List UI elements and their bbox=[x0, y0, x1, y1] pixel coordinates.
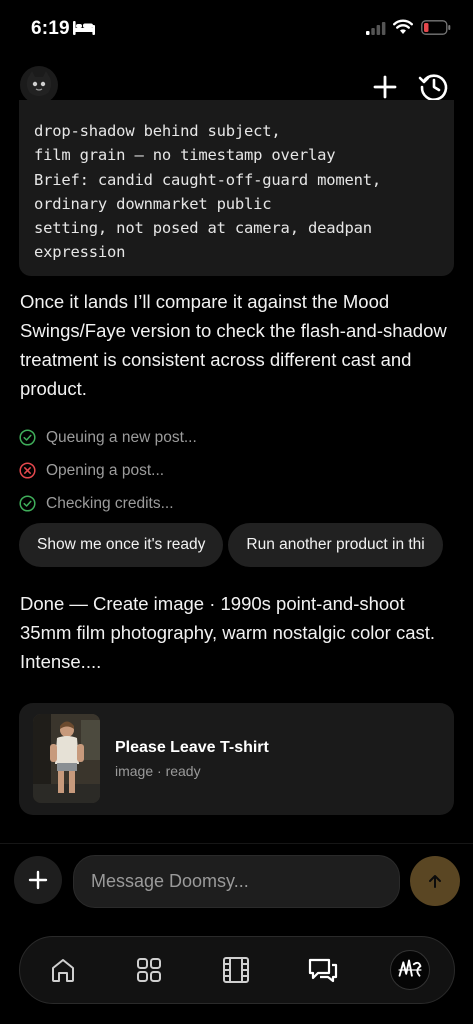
code-line: ordinary downmarket public bbox=[34, 194, 272, 213]
composer-divider bbox=[0, 843, 473, 844]
check-circle-icon bbox=[19, 495, 36, 512]
code-line: film grain — no timestamp overlay bbox=[34, 146, 336, 165]
send-button[interactable] bbox=[410, 856, 460, 906]
grid-icon bbox=[137, 958, 161, 982]
result-subtitle: image · ready bbox=[115, 763, 201, 779]
status-time: 6:19 bbox=[31, 18, 70, 39]
result-title: Please Leave T-shirt bbox=[115, 739, 269, 756]
plus-icon bbox=[373, 75, 397, 99]
photo-thumbnail-image bbox=[33, 714, 100, 803]
status-item: Opening a post... bbox=[19, 454, 319, 487]
code-line: expression bbox=[34, 243, 126, 262]
attach-button[interactable] bbox=[14, 856, 62, 904]
assistant-message: Done — Create image · 1990s point-and-sh… bbox=[20, 593, 436, 672]
signal-icon bbox=[366, 22, 386, 35]
tab-profile[interactable] bbox=[390, 950, 430, 990]
wifi-icon bbox=[393, 19, 413, 34]
tab-chat[interactable] bbox=[306, 953, 340, 987]
suggestion-chip[interactable]: Run another product in thi bbox=[228, 523, 443, 567]
cat-avatar-icon bbox=[26, 71, 52, 96]
profile-avatar bbox=[398, 959, 422, 977]
assistant-message: Once it lands I’ll compare it against th… bbox=[20, 291, 447, 399]
status-label: Opening a post... bbox=[46, 461, 165, 479]
battery-icon bbox=[421, 20, 451, 35]
result-thumbnail[interactable] bbox=[33, 714, 100, 803]
code-line: Brief: candid caught-off-guard moment, bbox=[34, 170, 382, 189]
new-chat-button[interactable] bbox=[370, 72, 400, 102]
arrow-up-icon bbox=[429, 875, 441, 888]
tool-status-list: Queuing a new post... Opening a post... … bbox=[19, 421, 319, 520]
tab-film[interactable] bbox=[219, 953, 253, 987]
bottom-tab-bar bbox=[19, 936, 455, 1004]
code-line: drop-shadow behind subject, bbox=[34, 122, 281, 140]
message-input[interactable]: Message Doomsy... bbox=[73, 855, 400, 908]
status-bar: 6:19 bbox=[0, 0, 473, 60]
home-icon bbox=[52, 959, 74, 982]
status-item: Checking credits... bbox=[19, 487, 319, 520]
tab-grid[interactable] bbox=[132, 953, 166, 987]
assistant-avatar[interactable] bbox=[20, 66, 58, 104]
status-label: Checking credits... bbox=[46, 494, 174, 512]
status-label: Queuing a new post... bbox=[46, 428, 197, 446]
chat-icon bbox=[308, 958, 338, 983]
history-button[interactable] bbox=[417, 70, 451, 104]
x-circle-icon bbox=[19, 462, 36, 479]
film-icon bbox=[223, 957, 249, 983]
result-card[interactable]: Please Leave T-shirt image · ready bbox=[19, 703, 454, 815]
plus-icon bbox=[28, 870, 48, 890]
check-circle-icon bbox=[19, 429, 36, 446]
prompt-code-block: drop-shadow behind subject, film grain —… bbox=[19, 100, 454, 276]
status-item: Queuing a new post... bbox=[19, 421, 319, 454]
tab-home[interactable] bbox=[46, 953, 80, 987]
suggestion-chip[interactable]: Show me once it's ready bbox=[19, 523, 224, 567]
bed-icon bbox=[73, 21, 95, 35]
code-line: setting, not posed at camera, deadpan bbox=[34, 219, 372, 238]
suggestion-chips: Show me once it's ready Run another produ… bbox=[19, 523, 473, 567]
history-icon bbox=[418, 74, 448, 101]
